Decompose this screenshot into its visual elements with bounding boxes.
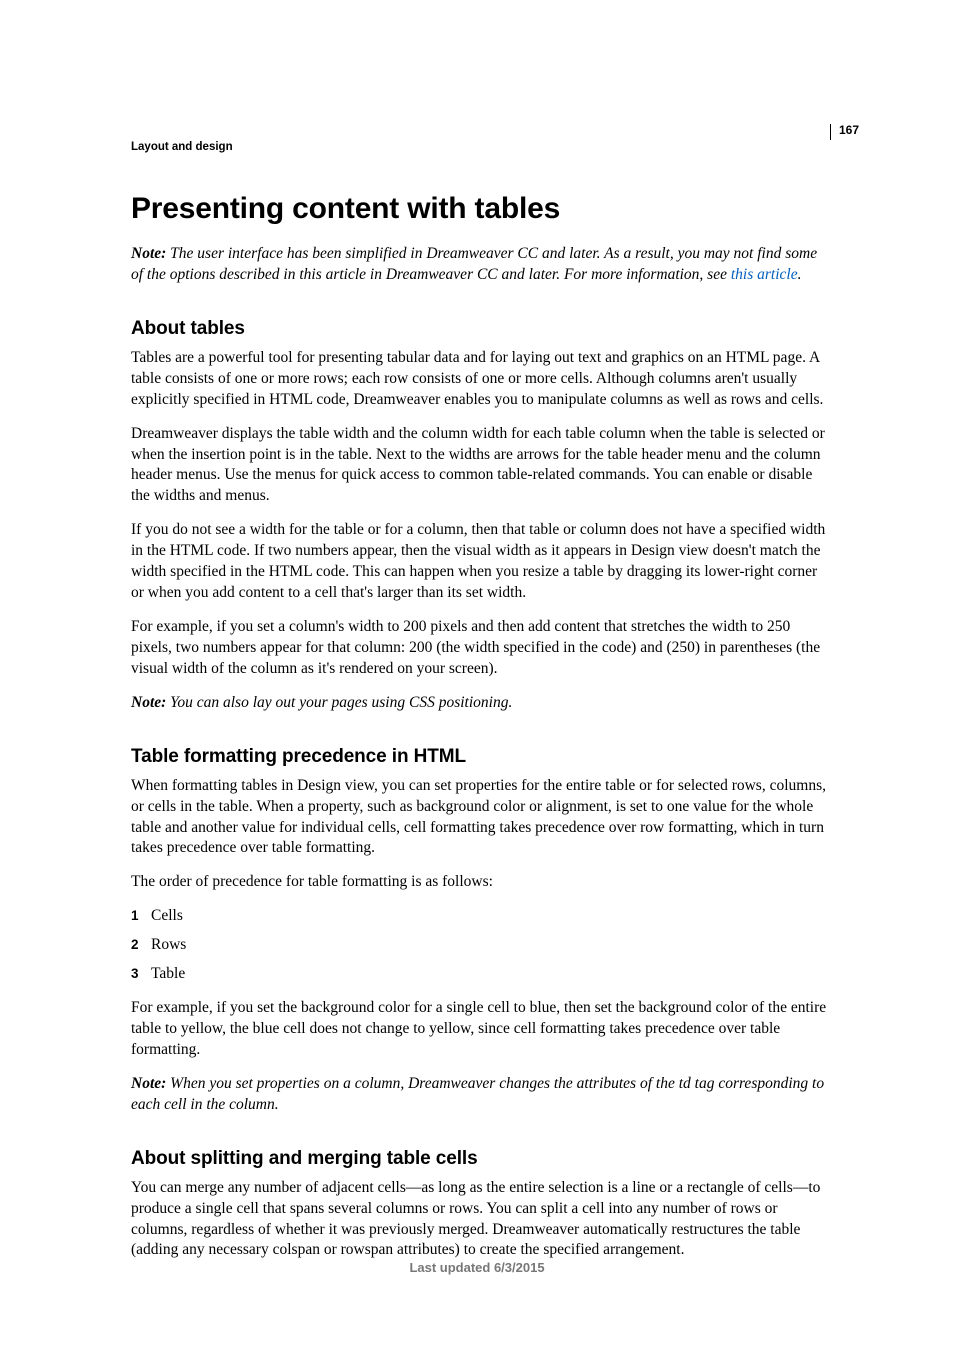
note-text: You can also lay out your pages using CS…: [166, 694, 512, 711]
list-number: 1: [131, 907, 139, 925]
content-area: Presenting content with tables Note: The…: [131, 192, 831, 1274]
page-title: Presenting content with tables: [131, 192, 831, 226]
footer-last-updated: Last updated 6/3/2015: [0, 1260, 954, 1275]
body-paragraph: Dreamweaver displays the table width and…: [131, 424, 831, 508]
list-item-label: Cells: [151, 907, 183, 924]
running-head: Layout and design: [131, 141, 233, 153]
intro-note-text-after: .: [798, 266, 802, 283]
body-paragraph: Tables are a powerful tool for presentin…: [131, 348, 831, 411]
list-item: 1Cells: [151, 906, 831, 927]
list-number: 3: [131, 965, 139, 983]
body-paragraph: You can merge any number of adjacent cel…: [131, 1178, 831, 1262]
note-label: Note:: [131, 694, 166, 711]
body-paragraph: The order of precedence for table format…: [131, 872, 831, 893]
body-paragraph: For example, if you set the background c…: [131, 998, 831, 1061]
page-number: 167: [830, 124, 859, 140]
list-item-label: Table: [151, 965, 185, 982]
list-item: 3Table: [151, 964, 831, 985]
body-paragraph: For example, if you set a column's width…: [131, 617, 831, 680]
body-paragraph: If you do not see a width for the table …: [131, 520, 831, 604]
list-item: 2Rows: [151, 935, 831, 956]
note-column-properties: Note: When you set properties on a colum…: [131, 1074, 831, 1116]
note-text: When you set properties on a column, Dre…: [131, 1075, 824, 1113]
note-label: Note:: [131, 1075, 166, 1092]
list-item-label: Rows: [151, 936, 186, 953]
intro-note-text-before: The user interface has been simplified i…: [131, 245, 817, 283]
note-css-positioning: Note: You can also lay out your pages us…: [131, 693, 831, 714]
intro-note: Note: The user interface has been simpli…: [131, 244, 831, 286]
precedence-list: 1Cells 2Rows 3Table: [131, 906, 831, 985]
list-number: 2: [131, 936, 139, 954]
page: 167 Layout and design Presenting content…: [0, 0, 954, 1350]
heading-formatting-precedence: Table formatting precedence in HTML: [131, 746, 831, 768]
body-paragraph: When formatting tables in Design view, y…: [131, 776, 831, 860]
heading-splitting-merging: About splitting and merging table cells: [131, 1148, 831, 1170]
note-label: Note:: [131, 245, 166, 262]
intro-note-link[interactable]: this article: [731, 266, 798, 283]
heading-about-tables: About tables: [131, 318, 831, 340]
